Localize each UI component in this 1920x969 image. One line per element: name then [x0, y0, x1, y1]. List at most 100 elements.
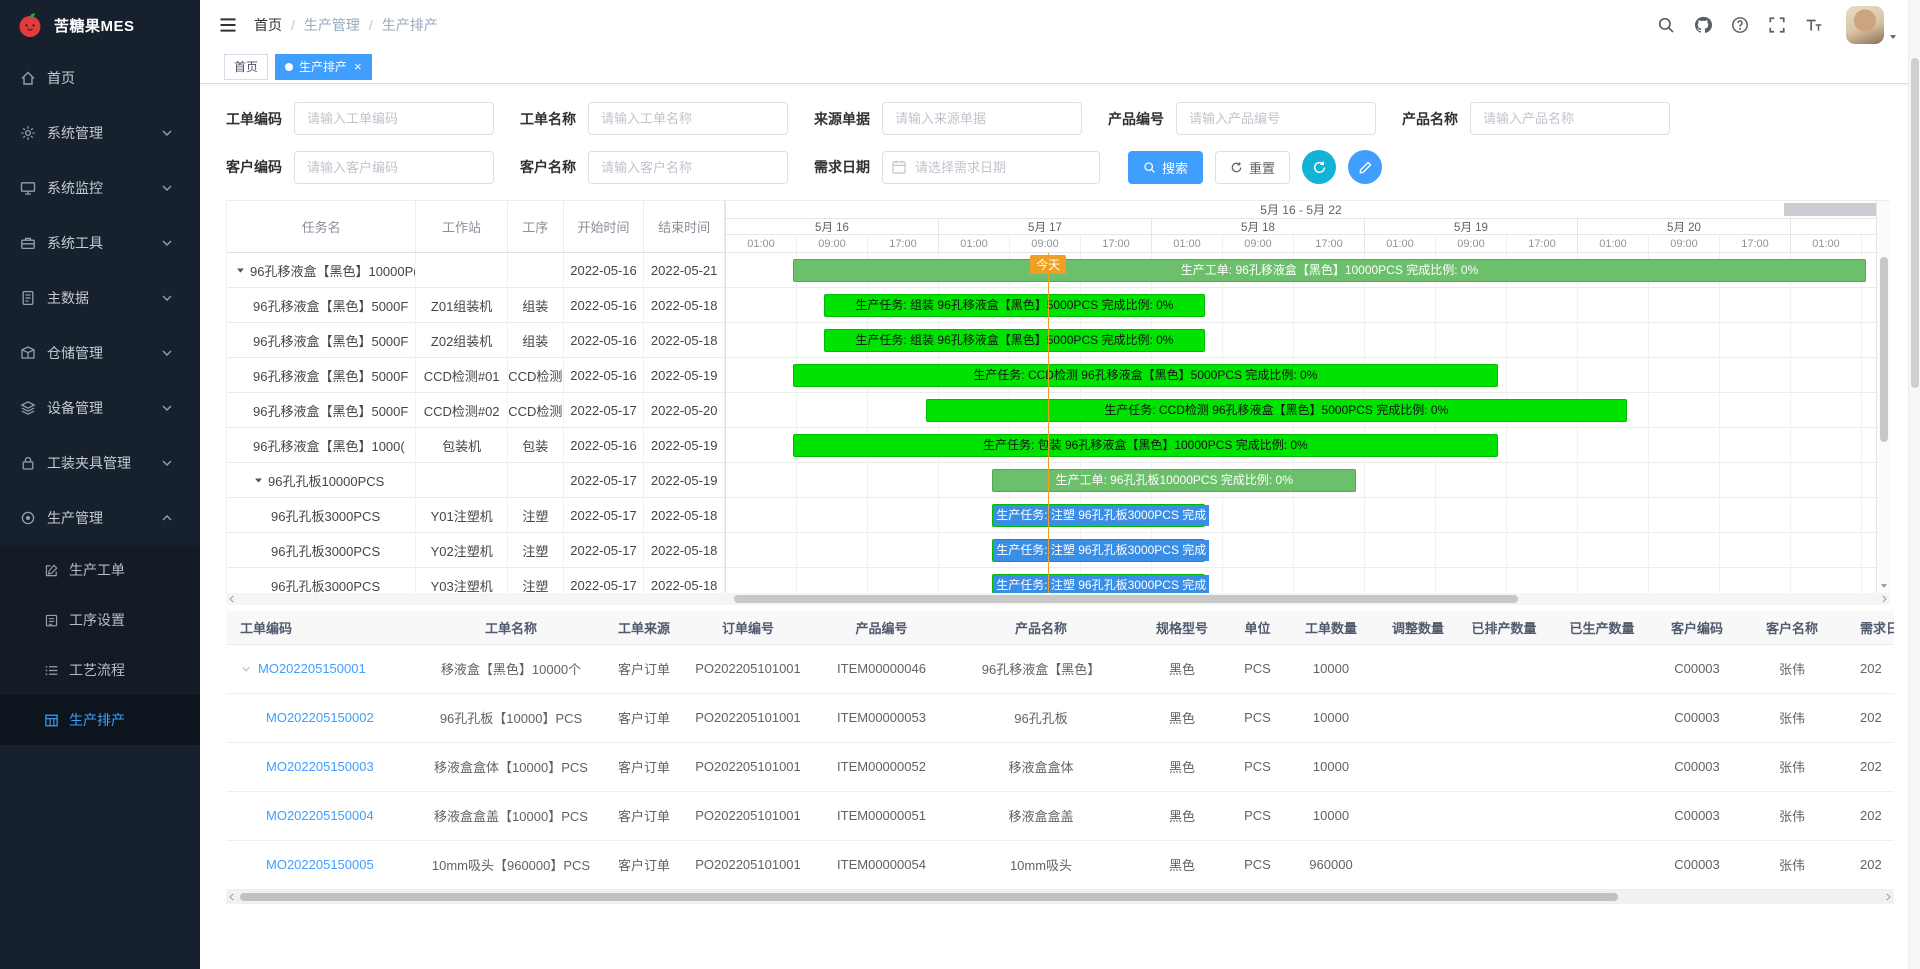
- font-size-icon[interactable]: [1805, 16, 1823, 34]
- gantt-project-bar[interactable]: 生产工单: 96孔孔板10000PCS 完成比例: 0%: [992, 469, 1356, 492]
- filter-input[interactable]: [882, 102, 1082, 135]
- gantt-task-bar[interactable]: 生产任务: 组装 96孔移液盒【黑色】5000PCS 完成比例: 0%: [824, 329, 1206, 352]
- gantt-task-bar[interactable]: 生产任务: CCD检测 96孔移液盒【黑色】5000PCS 完成比例: 0%: [793, 364, 1499, 387]
- demand-date-input[interactable]: [882, 151, 1100, 184]
- breadcrumb-item[interactable]: 生产管理: [304, 15, 360, 35]
- gantt-grid-row[interactable]: 96孔孔板10000PCS2022-05-172022-05-19: [227, 463, 725, 498]
- question-icon[interactable]: [1731, 16, 1749, 34]
- tree-caret-icon[interactable]: [235, 265, 246, 276]
- tab-active[interactable]: 生产排产×: [275, 54, 372, 80]
- gantt-grid-row[interactable]: 96孔移液盒【黑色】5000FZ01组装机组装2022-05-162022-05…: [227, 288, 725, 323]
- table-cell: [1550, 742, 1654, 791]
- filter-input[interactable]: [588, 102, 788, 135]
- sidebar-item[interactable]: 系统工具: [0, 215, 200, 270]
- table-cell: ITEM00000051: [814, 791, 949, 840]
- tree-caret-icon[interactable]: [253, 475, 264, 486]
- gantt-grid-row[interactable]: 96孔孔板3000PCSY01注塑机注塑2022-05-172022-05-18: [227, 498, 725, 533]
- user-menu[interactable]: [1846, 6, 1898, 44]
- edit-circle-button[interactable]: [1348, 150, 1382, 184]
- scrollbar-thumb[interactable]: [734, 595, 1518, 603]
- gantt-task-bar[interactable]: 生产任务: 注塑 96孔孔板3000PCS 完成: [992, 539, 1205, 562]
- scrollbar-thumb[interactable]: [1911, 58, 1919, 388]
- sidebar-item[interactable]: 工装夹具管理: [0, 435, 200, 490]
- search-icon[interactable]: [1657, 16, 1675, 34]
- table-row[interactable]: MO20220515000510mm吸头【960000】PCS客户订单PO202…: [226, 840, 1894, 889]
- sidebar-item[interactable]: 生产管理: [0, 490, 200, 545]
- filter-input[interactable]: [294, 151, 494, 184]
- scrollbar-thumb[interactable]: [240, 893, 1618, 901]
- tab-item[interactable]: 首页: [224, 54, 268, 80]
- window-scrollbar[interactable]: [1908, 0, 1920, 969]
- gantt-grid-row[interactable]: 96孔移液盒【黑色】5000FZ02组装机组装2022-05-162022-05…: [227, 323, 725, 358]
- table-row[interactable]: MO202205150004移液盒盒盖【10000】PCS客户订单PO20220…: [226, 791, 1894, 840]
- table-cell: [1458, 840, 1550, 889]
- gantt-grid-row[interactable]: 96孔孔板3000PCSY03注塑机注塑2022-05-172022-05-18: [227, 568, 725, 593]
- app-logo[interactable]: 苦糖果MES: [0, 0, 200, 50]
- sidebar-item[interactable]: 系统监控: [0, 160, 200, 215]
- work-order-link[interactable]: MO202205150001: [258, 661, 366, 676]
- work-order-link[interactable]: MO202205150002: [266, 710, 374, 725]
- table-row[interactable]: MO202205150001移液盒【黑色】10000个客户订单PO2022051…: [226, 644, 1894, 693]
- sidebar-item-label: 主数据: [47, 288, 159, 308]
- gantt-task-bar[interactable]: 生产任务: 注塑 96孔孔板3000PCS 完成: [992, 574, 1205, 593]
- filter-input[interactable]: [1176, 102, 1376, 135]
- chevron-down-icon: [159, 125, 175, 141]
- sidebar-item[interactable]: 首页: [0, 50, 200, 105]
- filter-input[interactable]: [1470, 102, 1670, 135]
- filter-input[interactable]: [588, 151, 788, 184]
- scrollbar-thumb[interactable]: [1880, 257, 1888, 442]
- gantt-task-bar[interactable]: 生产任务: 注塑 96孔孔板3000PCS 完成: [992, 504, 1205, 527]
- table-cell: 10000: [1284, 693, 1378, 742]
- task-start: 2022-05-17: [564, 393, 645, 427]
- scroll-right-icon[interactable]: [1879, 594, 1889, 604]
- sidebar-subitem[interactable]: 生产工单: [0, 545, 200, 595]
- gantt-horizontal-scrollbar[interactable]: [226, 593, 1890, 605]
- gantt-task-bar[interactable]: 生产任务: 包装 96孔移液盒【黑色】10000PCS 完成比例: 0%: [793, 434, 1499, 457]
- scroll-left-icon[interactable]: [227, 594, 237, 604]
- table-row[interactable]: MO202205150003移液盒盒体【10000】PCS客户订单PO20220…: [226, 742, 1894, 791]
- gantt-project-bar[interactable]: 生产工单: 96孔移液盒【黑色】10000PCS 完成比例: 0%: [793, 259, 1867, 282]
- tab-label: 首页: [234, 58, 258, 75]
- search-button[interactable]: 搜索: [1128, 151, 1203, 184]
- gantt-grid-row[interactable]: 96孔移液盒【黑色】1000(包装机包装2022-05-162022-05-19: [227, 428, 725, 463]
- table-horizontal-scrollbar[interactable]: [226, 890, 1894, 904]
- breadcrumb-item[interactable]: 生产排产: [382, 15, 438, 35]
- sidebar-item[interactable]: 设备管理: [0, 380, 200, 435]
- sidebar-subitem[interactable]: 工艺流程: [0, 645, 200, 695]
- scroll-right-icon[interactable]: [1883, 892, 1893, 902]
- fullscreen-icon[interactable]: [1768, 16, 1786, 34]
- close-icon[interactable]: ×: [354, 60, 362, 73]
- sidebar-item[interactable]: 主数据: [0, 270, 200, 325]
- avatar[interactable]: [1846, 6, 1884, 44]
- timeline-hour-label: 01:00: [939, 235, 1010, 252]
- sidebar-subitem[interactable]: 生产排产: [0, 695, 200, 745]
- gantt-grid-row[interactable]: 96孔孔板3000PCSY02注塑机注塑2022-05-172022-05-18: [227, 533, 725, 568]
- work-order-link[interactable]: MO202205150003: [266, 759, 374, 774]
- sidebar-item-label: 设备管理: [47, 398, 159, 418]
- gantt-grid-row[interactable]: 96孔移液盒【黑色】10000P(2022-05-162022-05-21: [227, 253, 725, 288]
- reset-button[interactable]: 重置: [1215, 151, 1290, 184]
- table-row[interactable]: MO20220515000296孔孔板【10000】PCS客户订单PO20220…: [226, 693, 1894, 742]
- github-icon[interactable]: [1694, 16, 1712, 34]
- gantt-task-bar[interactable]: 生产任务: CCD检测 96孔移液盒【黑色】5000PCS 完成比例: 0%: [926, 399, 1627, 422]
- timeline-day-label: 5月 17: [939, 219, 1152, 234]
- work-order-link[interactable]: MO202205150004: [266, 808, 374, 823]
- scroll-left-icon[interactable]: [227, 892, 237, 902]
- refresh-circle-button[interactable]: [1302, 150, 1336, 184]
- gantt-task-bar[interactable]: 生产任务: 组装 96孔移液盒【黑色】5000PCS 完成比例: 0%: [824, 294, 1206, 317]
- task-start: 2022-05-17: [564, 463, 645, 497]
- table-cell: 96孔移液盒【黑色】: [949, 644, 1133, 693]
- work-order-link[interactable]: MO202205150005: [266, 857, 374, 872]
- scroll-down-icon[interactable]: [1879, 581, 1889, 591]
- filter-input[interactable]: [294, 102, 494, 135]
- sidebar-subitem[interactable]: 工序设置: [0, 595, 200, 645]
- gantt-grid-row[interactable]: 96孔移液盒【黑色】5000FCCD检测#02CCD检测2022-05-1720…: [227, 393, 725, 428]
- work-order-id-cell: MO202205150001: [226, 644, 416, 693]
- gantt-grid-row[interactable]: 96孔移液盒【黑色】5000FCCD检测#01CCD检测2022-05-1620…: [227, 358, 725, 393]
- hamburger-icon[interactable]: [218, 15, 238, 35]
- sidebar-item[interactable]: 系统管理: [0, 105, 200, 160]
- expand-caret-icon[interactable]: [240, 663, 252, 675]
- sidebar-item[interactable]: 仓储管理: [0, 325, 200, 380]
- breadcrumb-item[interactable]: 首页: [254, 15, 282, 35]
- gantt-vertical-scrollbar[interactable]: [1876, 201, 1890, 593]
